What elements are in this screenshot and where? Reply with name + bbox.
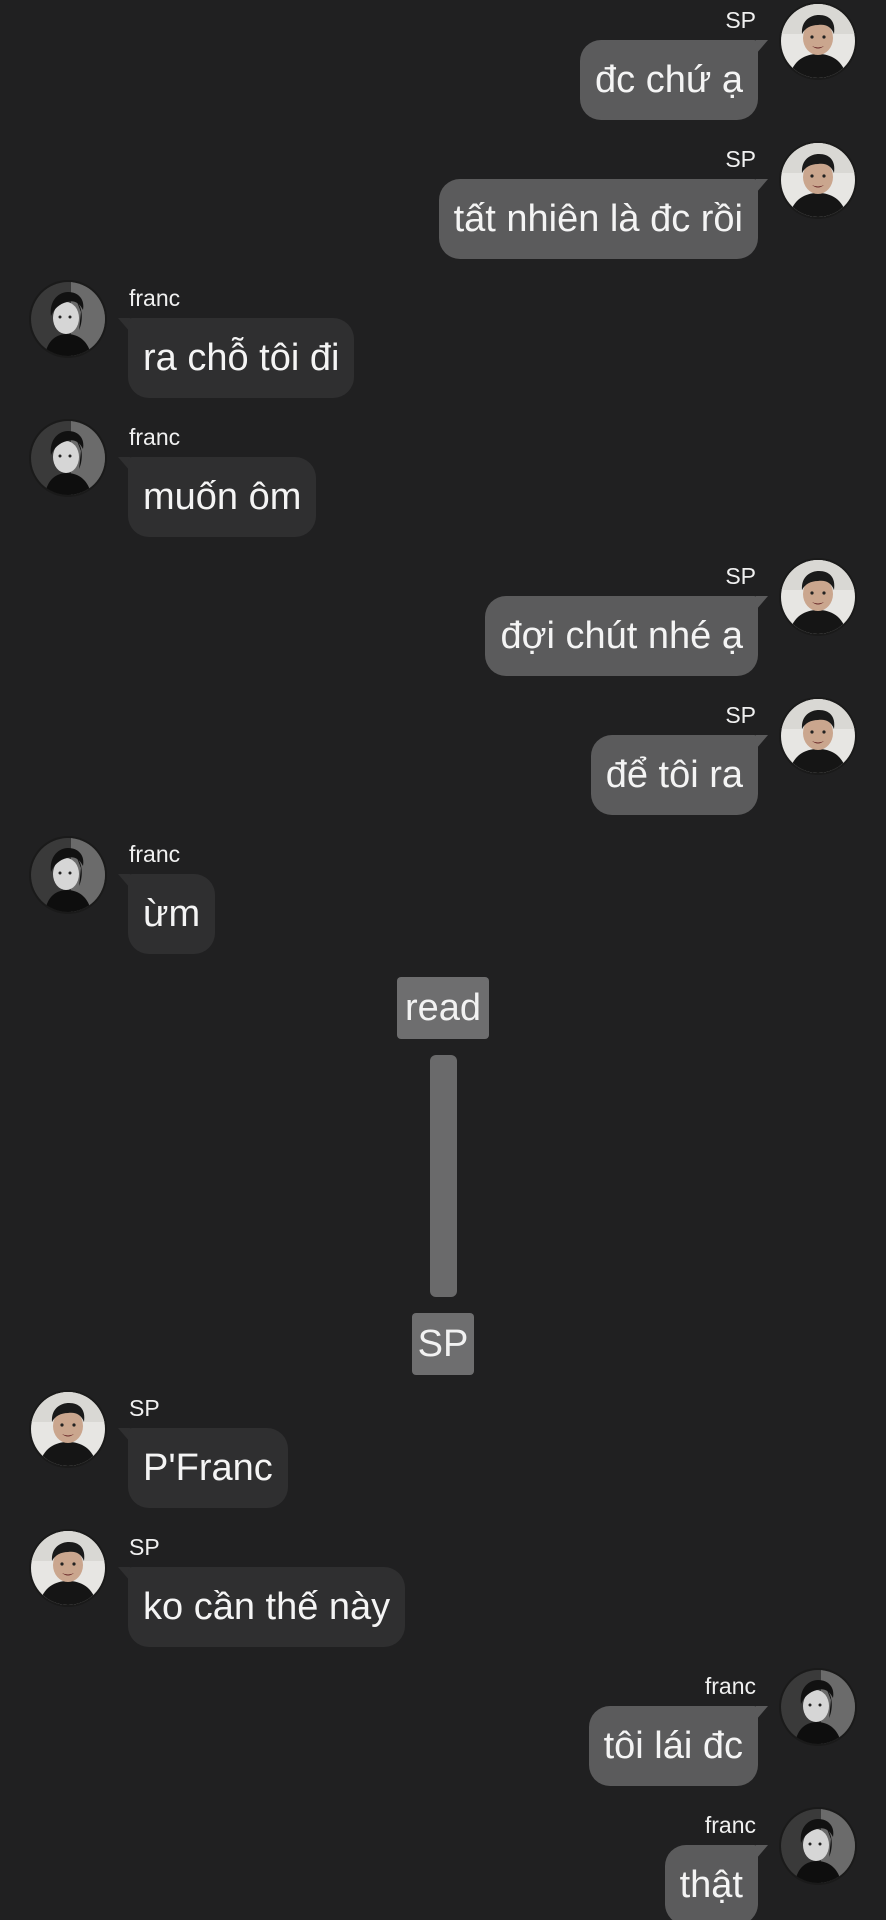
message-bubble[interactable]: tôi lái đc <box>588 1706 758 1786</box>
sender-name: franc <box>704 1812 756 1838</box>
message-row: SP đc chứ ạ <box>0 0 886 139</box>
sender-name: SP <box>725 7 756 33</box>
sp-avatar-icon[interactable] <box>31 1531 105 1605</box>
message-bubble[interactable]: để tôi ra <box>590 735 758 815</box>
sender-name: SP <box>129 1534 160 1560</box>
sender-name: SP <box>725 702 756 728</box>
message-row: SP ko cần thế này <box>0 1527 886 1666</box>
franc-avatar-icon[interactable] <box>31 282 105 356</box>
sender-name: SP <box>725 563 756 589</box>
message-row: SP đợi chút nhé ạ <box>0 556 886 695</box>
sender-name: franc <box>129 424 181 450</box>
sender-name: franc <box>129 285 181 311</box>
message-bubble[interactable]: đợi chút nhé ạ <box>485 596 758 676</box>
message-bubble[interactable]: ra chỗ tôi đi <box>128 318 355 398</box>
message-row: franc muốn ôm <box>0 417 886 556</box>
sp-avatar-icon[interactable] <box>781 560 855 634</box>
message-row: SP P'Franc <box>0 1388 886 1527</box>
message-bubble[interactable]: muốn ôm <box>128 457 317 537</box>
franc-avatar-icon[interactable] <box>31 838 105 912</box>
sp-avatar-icon[interactable] <box>31 1392 105 1466</box>
message-row: franc thật <box>0 1805 886 1920</box>
sender-name: SP <box>725 146 756 172</box>
sp-avatar-icon[interactable] <box>781 4 855 78</box>
message-bubble[interactable]: tất nhiên là đc rồi <box>438 179 758 259</box>
message-row: SP tất nhiên là đc rồi <box>0 139 886 278</box>
chat-screen: SP đc chứ ạ SP tất nhiên là đc rồi franc… <box>0 0 886 1920</box>
message-bubble[interactable]: đc chứ ạ <box>580 40 758 120</box>
sp-avatar-icon[interactable] <box>781 699 855 773</box>
message-row: SP để tôi ra <box>0 695 886 834</box>
franc-avatar-icon[interactable] <box>781 1809 855 1883</box>
read-marker: read <box>397 977 489 1039</box>
franc-avatar-icon[interactable] <box>781 1670 855 1744</box>
sp-avatar-icon[interactable] <box>781 143 855 217</box>
message-bubble[interactable]: thật <box>664 1845 758 1920</box>
message-bubble[interactable]: ừm <box>128 874 216 954</box>
sender-name: franc <box>704 1673 756 1699</box>
franc-avatar-icon[interactable] <box>31 421 105 495</box>
message-bubble[interactable]: P'Franc <box>128 1428 288 1508</box>
sender-name: SP <box>129 1395 160 1421</box>
sender-marker: SP <box>412 1313 474 1375</box>
read-divider-bar <box>430 1055 457 1297</box>
sender-name: franc <box>129 841 181 867</box>
message-row: franc ừm <box>0 834 886 973</box>
message-bubble[interactable]: ko cần thế này <box>128 1567 406 1647</box>
message-row: franc tôi lái đc <box>0 1666 886 1805</box>
message-row: franc ra chỗ tôi đi <box>0 278 886 417</box>
